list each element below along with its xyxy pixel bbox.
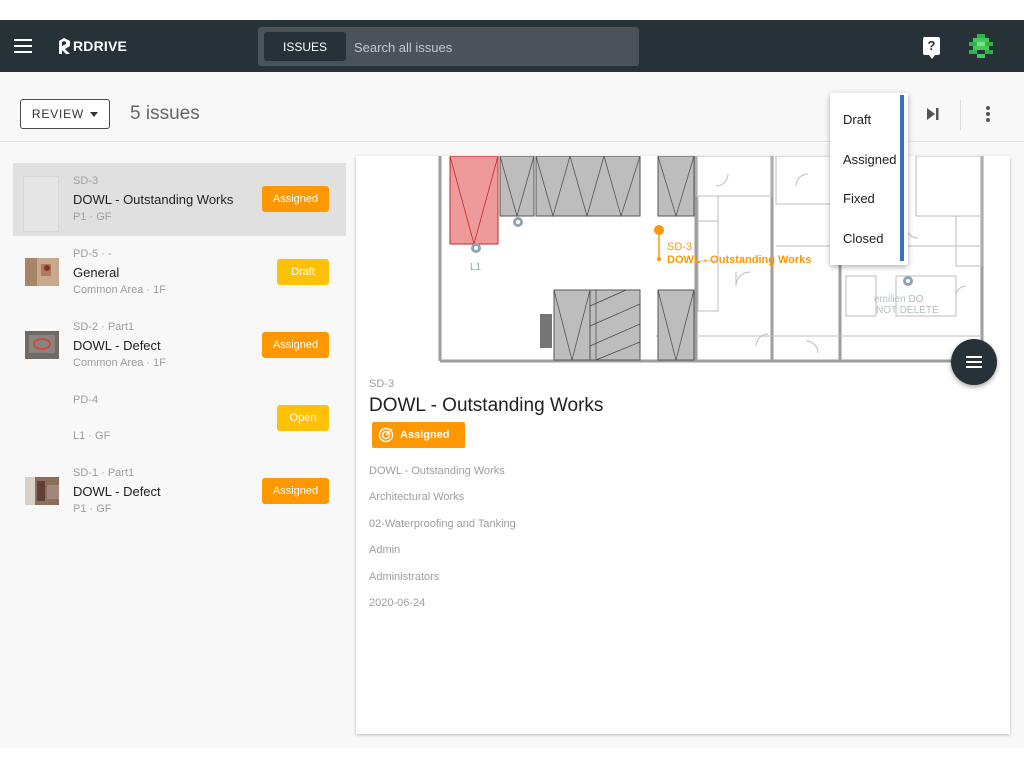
menu-line [966,356,982,358]
issue-location: L1 · GF [73,430,111,442]
detail-field-assignee-group: Administrators [369,571,440,583]
menu-line [966,361,982,363]
menu-line [966,366,982,368]
search-scope-chip[interactable]: ISSUES [264,32,346,61]
issue-location: P1 · GF [73,211,112,223]
more-options-icon[interactable] [986,106,990,122]
status-badge: Assigned [262,332,329,358]
pin-title-label: DOWL - Outstanding Works [667,254,811,266]
plan-ghost-label: NOT DELETE [876,305,939,316]
issue-photo-thumbnail [25,258,59,286]
logo-mark-icon [59,38,70,54]
toolbar-divider [960,100,961,130]
rdrive-logo[interactable]: RDRIVE [56,36,127,56]
issue-title: DOWL - Defect [73,338,161,353]
detail-field-category: Architectural Works [369,491,465,503]
status-option-draft[interactable]: Draft [843,112,871,127]
issue-title: DOWL - Outstanding Works [73,192,234,207]
issue-code: PD-5 · - [73,248,112,260]
floor-plan-view[interactable]: L1 emilien DO NOT DELETE SD-3 DOWL - Out… [356,156,1010,364]
issue-photo-thumbnail [25,477,59,505]
review-filter-label: REVIEW [31,107,85,121]
issue-list-item[interactable]: SD-3 DOWL - Outstanding Works P1 · GF As… [13,163,346,236]
issue-code: SD-2 · Part1 [73,321,135,333]
status-badge: Draft [277,259,329,285]
status-badge: Assigned [262,478,329,504]
pin-code-label: SD-3 [667,241,692,253]
issue-location: Common Area · 1F [73,284,166,296]
detail-status-badge[interactable]: Assigned [372,422,465,448]
issue-count: 5 issues [130,103,200,124]
logo-text: RDRIVE [73,38,128,54]
search-bar: ISSUES [258,27,639,66]
issue-list-item[interactable]: PD-5 · - General Common Area · 1F Draft [13,236,346,309]
detail-issue-code: SD-3 [369,378,395,390]
list-menu-fab[interactable] [951,339,997,385]
plan-marker-label: L1 [470,262,482,273]
detail-field-creator: Admin [369,544,401,556]
status-badge: Open [277,405,329,431]
issue-thumbnail-placeholder [23,176,59,232]
top-app-bar: RDRIVE ISSUES ? [0,20,1024,72]
caret-down-icon [90,111,99,117]
issue-detail-card: L1 emilien DO NOT DELETE SD-3 DOWL - Out… [356,156,1010,734]
detail-field-subcategory: 02-Waterproofing and Tanking [369,518,516,530]
detail-issue-title: DOWL - Outstanding Works [369,395,604,416]
status-dropdown-menu: Draft Assigned Fixed Closed [830,93,908,265]
user-avatar[interactable] [968,33,994,59]
search-input[interactable] [354,37,624,57]
issue-location: P1 · GF [73,503,112,515]
issue-code: PD-4 [73,394,99,406]
detail-status-label: Assigned [400,429,450,441]
plan-ghost-label: emilien DO [874,294,924,305]
dropdown-scrollbar[interactable] [900,95,904,261]
issue-title: General [73,265,120,280]
help-icon[interactable]: ? [923,37,940,59]
detail-field-description: DOWL - Outstanding Works [369,465,505,477]
issue-list-item[interactable]: PD-4 L1 · GF Open [13,382,346,455]
issue-title: DOWL - Defect [73,484,161,499]
status-option-assigned[interactable]: Assigned [843,152,896,167]
issue-list: SD-3 DOWL - Outstanding Works P1 · GF As… [13,163,346,528]
assigned-status-icon [378,427,394,443]
review-filter-button[interactable]: REVIEW [20,99,110,129]
issue-photo-thumbnail [25,331,59,359]
detail-field-date: 2020-06-24 [369,597,426,609]
hamburger-menu-icon[interactable] [14,39,32,53]
issue-location: Common Area · 1F [73,357,166,369]
issue-list-item[interactable]: SD-2 · Part1 DOWL - Defect Common Area ·… [13,309,346,382]
status-badge: Assigned [262,186,329,212]
skip-next-icon[interactable] [926,108,940,120]
status-option-fixed[interactable]: Fixed [843,191,875,206]
issue-code: SD-1 · Part1 [73,467,135,479]
issue-list-item[interactable]: SD-1 · Part1 DOWL - Defect P1 · GF Assig… [13,455,346,528]
issue-code: SD-3 [73,175,99,187]
status-option-closed[interactable]: Closed [843,231,883,246]
